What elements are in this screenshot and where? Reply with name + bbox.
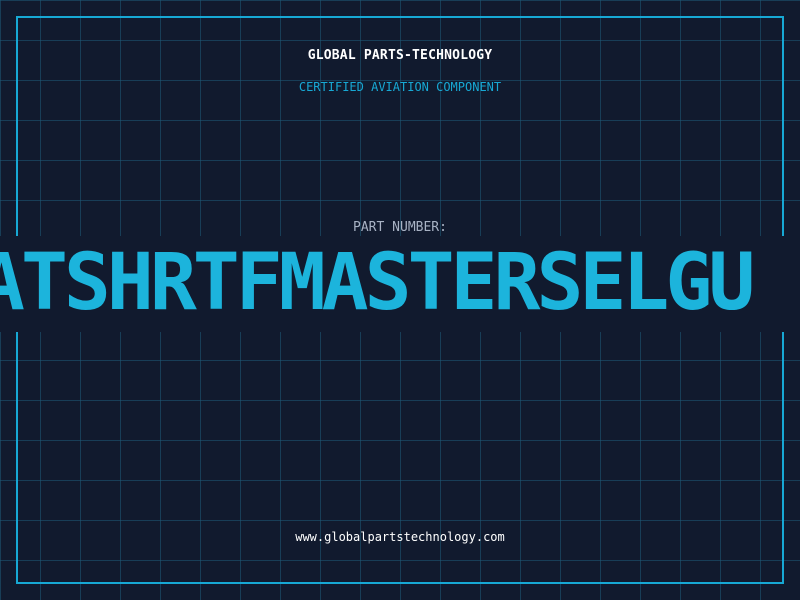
part-number-band: ATSHRTFMASTERSELGU: [0, 236, 800, 332]
part-number-label: PART NUMBER:: [353, 220, 447, 235]
brand-name: GLOBAL PARTS-TECHNOLOGY: [307, 48, 493, 63]
website-url: www.globalpartstechnology.com: [295, 530, 505, 544]
part-number-value: ATSHRTFMASTERSELGU: [0, 238, 755, 328]
certification-tagline: CERTIFIED AVIATION COMPONENT: [298, 80, 502, 94]
part-label-card: GLOBAL PARTS-TECHNOLOGY CERTIFIED AVIATI…: [0, 0, 800, 600]
